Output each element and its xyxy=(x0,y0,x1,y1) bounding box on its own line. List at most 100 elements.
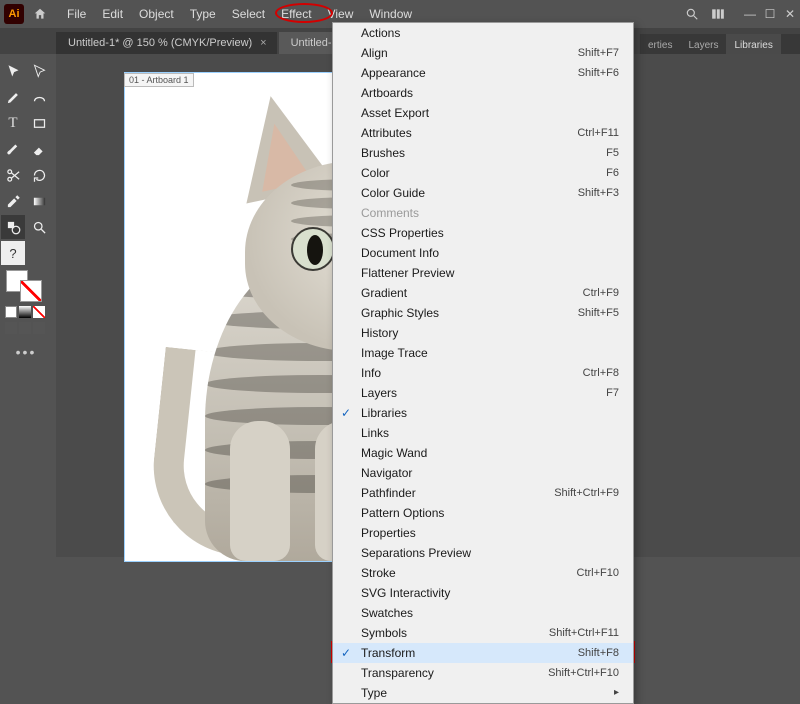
window-menu-item-asset-export[interactable]: Asset Export xyxy=(333,103,633,123)
window-menu-item-layers[interactable]: LayersF7 xyxy=(333,383,633,403)
window-menu-item-stroke[interactable]: StrokeCtrl+F10 xyxy=(333,563,633,583)
eraser-tool[interactable] xyxy=(27,137,51,161)
menu-object[interactable]: Object xyxy=(132,4,181,24)
window-menu-item-comments: Comments xyxy=(333,203,633,223)
draw-behind[interactable] xyxy=(19,322,31,334)
tool-panel: T ? ••• xyxy=(0,54,52,366)
document-tab-label: Untitled-1* @ 150 % (CMYK/Preview) xyxy=(68,37,252,49)
menu-item-label: Image Trace xyxy=(361,345,428,361)
home-icon[interactable] xyxy=(30,4,50,24)
menu-item-label: Transparency xyxy=(361,665,434,681)
search-icon[interactable] xyxy=(684,6,700,22)
menu-item-label: Color xyxy=(361,165,390,181)
menu-item-label: Align xyxy=(361,45,388,61)
window-menu-item-align[interactable]: AlignShift+F7 xyxy=(333,43,633,63)
menu-item-label: Appearance xyxy=(361,65,426,81)
menu-item-label: Brushes xyxy=(361,145,405,161)
close-button[interactable]: ✕ xyxy=(784,8,796,20)
stroke-swatch[interactable] xyxy=(20,280,42,302)
window-menu-item-symbols[interactable]: SymbolsShift+Ctrl+F11 xyxy=(333,623,633,643)
window-menu-item-pattern-options[interactable]: Pattern Options xyxy=(333,503,633,523)
color-proxy[interactable] xyxy=(6,270,46,302)
window-menu-item-appearance[interactable]: Appearance Shift+F6 xyxy=(333,63,633,83)
menu-window[interactable]: Window xyxy=(362,4,419,24)
pen-tool[interactable] xyxy=(1,85,25,109)
menu-item-label: Navigator xyxy=(361,465,412,481)
window-menu-item-transform[interactable]: ✓TransformShift+F8 xyxy=(333,643,633,663)
gradient-tool[interactable] xyxy=(27,189,51,213)
maximize-button[interactable]: ☐ xyxy=(764,8,776,20)
window-menu-item-properties[interactable]: Properties xyxy=(333,523,633,543)
eyedropper-tool[interactable] xyxy=(1,189,25,213)
scissors-tool[interactable] xyxy=(1,163,25,187)
menu-item-label: Info xyxy=(361,365,381,381)
menu-item-label: Symbols xyxy=(361,625,407,641)
color-mode-none[interactable] xyxy=(33,306,45,318)
menu-item-label: Properties xyxy=(361,525,416,541)
minimize-button[interactable]: — xyxy=(744,8,756,20)
draw-inside[interactable] xyxy=(33,322,45,334)
window-menu-item-attributes[interactable]: AttributesCtrl+F11 xyxy=(333,123,633,143)
window-menu-item-transparency[interactable]: Transparency Shift+Ctrl+F10 xyxy=(333,663,633,683)
shape-builder-tool[interactable] xyxy=(1,215,25,239)
menu-item-label: Color Guide xyxy=(361,185,425,201)
menu-effect[interactable]: Effect xyxy=(274,4,318,24)
window-menu-item-css-properties[interactable]: CSS Properties xyxy=(333,223,633,243)
window-menu-item-graphic-styles[interactable]: Graphic StylesShift+F5 xyxy=(333,303,633,323)
window-menu-item-navigator[interactable]: Navigator xyxy=(333,463,633,483)
artboard-label: 01 - Artboard 1 xyxy=(124,73,194,87)
window-menu-item-image-trace[interactable]: Image Trace xyxy=(333,343,633,363)
arrange-icon[interactable] xyxy=(710,6,726,22)
direct-selection-tool[interactable] xyxy=(27,59,51,83)
type-tool[interactable]: T xyxy=(1,111,25,135)
color-mode-gradient[interactable] xyxy=(19,306,31,318)
window-menu-item-flattener-preview[interactable]: Flattener Preview xyxy=(333,263,633,283)
menu-item-label: Actions xyxy=(361,25,400,41)
color-mode-solid[interactable] xyxy=(5,306,17,318)
menu-edit[interactable]: Edit xyxy=(95,4,130,24)
selection-tool[interactable] xyxy=(1,59,25,83)
draw-normal[interactable] xyxy=(5,322,17,334)
window-menu-item-brushes[interactable]: BrushesF5 xyxy=(333,143,633,163)
menu-file[interactable]: File xyxy=(60,4,93,24)
menu-type[interactable]: Type xyxy=(183,4,223,24)
window-menu-item-type[interactable]: Type▸ xyxy=(333,683,633,703)
window-menu-item-document-info[interactable]: Document Info xyxy=(333,243,633,263)
window-menu-item-libraries[interactable]: ✓Libraries xyxy=(333,403,633,423)
screen-mode-row xyxy=(0,322,52,334)
fill-stroke-swap[interactable] xyxy=(27,241,51,265)
menu-select[interactable]: Select xyxy=(225,4,272,24)
window-menu-item-swatches[interactable]: Swatches xyxy=(333,603,633,623)
menu-item-shortcut: Shift+F6 xyxy=(578,65,619,81)
menu-item-label: Comments xyxy=(361,205,419,221)
menu-item-label: Gradient xyxy=(361,285,407,301)
window-menu-item-actions[interactable]: Actions xyxy=(333,23,633,43)
paintbrush-tool[interactable] xyxy=(1,137,25,161)
document-tab-1[interactable]: Untitled-1* @ 150 % (CMYK/Preview) × xyxy=(56,32,277,54)
help-tool[interactable]: ? xyxy=(1,241,25,265)
main-menu: File Edit Object Type Select Effect View… xyxy=(60,4,419,24)
check-icon: ✓ xyxy=(341,405,351,421)
window-menu-item-artboards[interactable]: Artboards xyxy=(333,83,633,103)
close-icon[interactable]: × xyxy=(260,37,266,49)
window-menu-item-color-guide[interactable]: Color GuideShift+F3 xyxy=(333,183,633,203)
menu-item-shortcut: Ctrl+F11 xyxy=(577,125,619,141)
zoom-tool[interactable] xyxy=(27,215,51,239)
window-menu-item-svg-interactivity[interactable]: SVG Interactivity xyxy=(333,583,633,603)
window-menu-item-separations-preview[interactable]: Separations Preview xyxy=(333,543,633,563)
window-menu-item-links[interactable]: Links xyxy=(333,423,633,443)
window-menu-item-info[interactable]: InfoCtrl+F8 xyxy=(333,363,633,383)
menu-item-label: Document Info xyxy=(361,245,439,261)
rotate-tool[interactable] xyxy=(27,163,51,187)
menu-item-shortcut: Shift+Ctrl+F10 xyxy=(548,665,619,681)
window-menu-item-history[interactable]: History xyxy=(333,323,633,343)
curvature-tool[interactable] xyxy=(27,85,51,109)
window-menu-item-magic-wand[interactable]: Magic Wand xyxy=(333,443,633,463)
check-icon: ✓ xyxy=(341,645,351,661)
rectangle-tool[interactable] xyxy=(27,111,51,135)
window-menu-item-gradient[interactable]: GradientCtrl+F9 xyxy=(333,283,633,303)
menu-view[interactable]: View xyxy=(321,4,361,24)
window-menu-item-pathfinder[interactable]: PathfinderShift+Ctrl+F9 xyxy=(333,483,633,503)
window-menu-item-color[interactable]: ColorF6 xyxy=(333,163,633,183)
edit-toolbar[interactable]: ••• xyxy=(0,338,52,366)
